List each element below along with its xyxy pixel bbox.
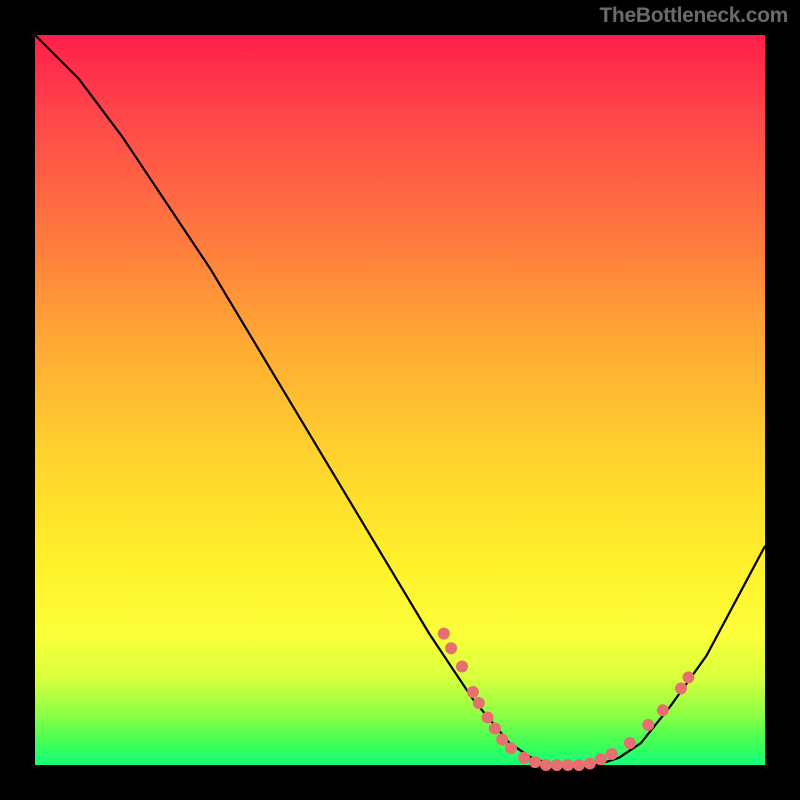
chart-marker	[606, 748, 618, 760]
chart-marker	[624, 737, 636, 749]
chart-marker	[473, 697, 485, 709]
chart-marker	[505, 742, 517, 754]
chart-marker	[456, 661, 468, 673]
bottleneck-curve-svg	[35, 35, 765, 765]
chart-marker	[595, 753, 607, 765]
chart-marker	[584, 758, 596, 770]
chart-marker	[467, 686, 479, 698]
chart-markers	[438, 628, 695, 771]
chart-marker	[445, 642, 457, 654]
chart-marker	[675, 682, 687, 694]
chart-marker	[682, 671, 694, 683]
chart-marker	[482, 712, 494, 724]
chart-marker	[540, 759, 552, 771]
chart-marker	[551, 759, 563, 771]
chart-marker	[489, 723, 501, 735]
chart-marker	[518, 752, 530, 764]
attribution-text: TheBottleneck.com	[599, 4, 788, 28]
chart-marker	[642, 719, 654, 731]
chart-marker	[657, 704, 669, 716]
chart-marker	[496, 734, 508, 746]
chart-marker	[529, 756, 541, 768]
chart-marker	[562, 759, 574, 771]
chart-marker	[438, 628, 450, 640]
chart-marker	[573, 759, 585, 771]
chart-plot-area	[35, 35, 765, 765]
bottleneck-curve	[35, 35, 765, 765]
